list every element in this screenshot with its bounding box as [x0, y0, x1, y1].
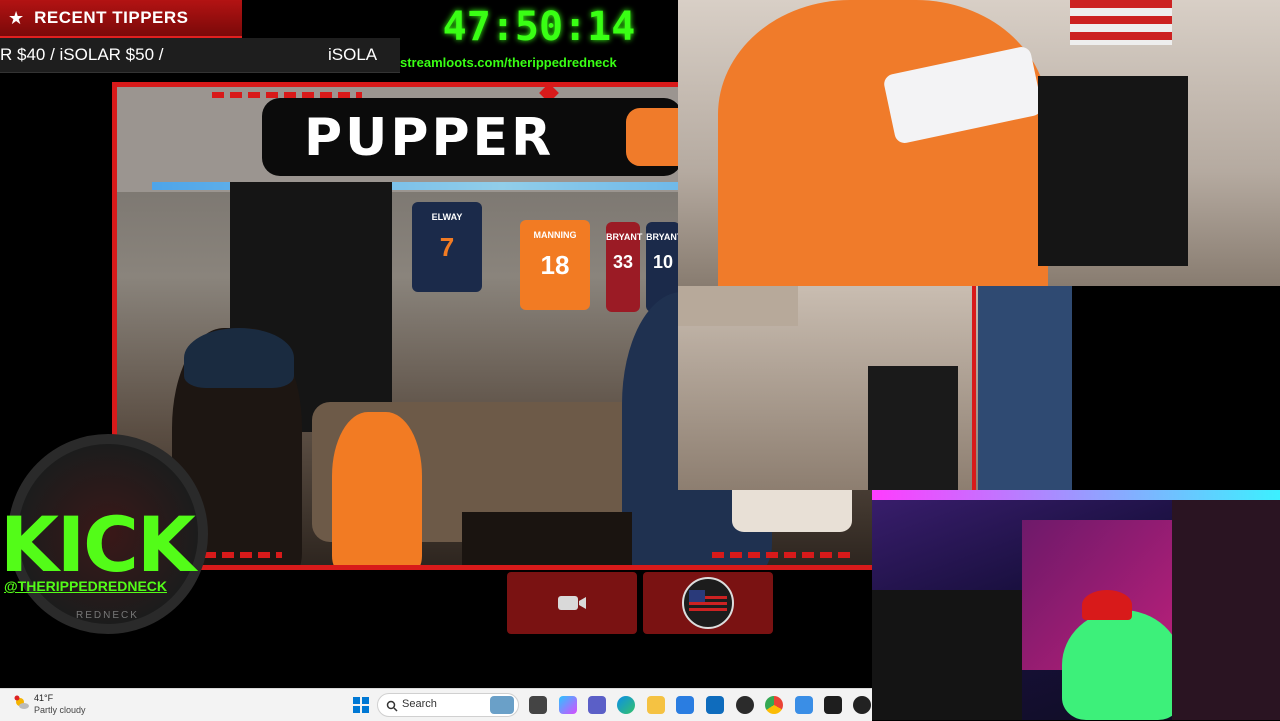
- banner-text: PUPPER: [304, 108, 555, 168]
- photos-icon[interactable]: [795, 696, 813, 714]
- frame-dash-bottom-right: [712, 552, 852, 558]
- jersey-bryant-33: BRYANT 33: [606, 222, 642, 312]
- weather-condition: Partly cloudy: [34, 705, 86, 715]
- shelf-unit: [868, 366, 958, 490]
- person-jeans: [978, 286, 1072, 490]
- ticker-text-right: iSOLA: [328, 45, 378, 64]
- teams-icon[interactable]: [588, 696, 606, 714]
- wall-section: [678, 286, 798, 326]
- terminal-icon[interactable]: [824, 696, 842, 714]
- flag-avatar-icon: [682, 577, 734, 629]
- gaming-chair: [1172, 500, 1280, 720]
- search-placeholder: Search: [402, 698, 437, 710]
- camera-toggle-button[interactable]: [507, 572, 637, 634]
- frame-bottom: [112, 565, 872, 570]
- cap-navy: [184, 328, 294, 388]
- weather-widget[interactable]: 41°F Partly cloudy: [14, 693, 134, 717]
- black-shelf: [1038, 76, 1188, 266]
- search-highlight-icon: [490, 696, 514, 714]
- recent-tippers-title: RECENT TIPPERS: [34, 8, 189, 27]
- taskbar-search-box[interactable]: Search: [377, 693, 519, 717]
- streamloots-url: streamloots.com/therippedredneck: [400, 55, 617, 70]
- camera-feed-mid-right: [678, 286, 1072, 490]
- streamer-camera-feed: [872, 490, 1280, 720]
- edge-icon[interactable]: [617, 696, 635, 714]
- camera-feed-top-right: [678, 0, 1280, 286]
- store-icon[interactable]: [676, 696, 694, 714]
- wall-flag: [1070, 0, 1172, 45]
- weather-icon: [14, 695, 30, 716]
- copilot-icon[interactable]: [559, 696, 577, 714]
- weather-temp: 41°F: [34, 693, 54, 703]
- outlook-icon[interactable]: [706, 696, 724, 714]
- star-icon: ★: [8, 7, 25, 28]
- kick-logo: KICK @THERIPPEDREDNECK REDNECK: [0, 434, 225, 649]
- pupper-banner: PUPPER: [262, 98, 682, 176]
- windows-taskbar: 41°F Partly cloudy Search: [0, 688, 872, 721]
- camera-toolbar: [507, 572, 773, 636]
- file-explorer-icon[interactable]: [647, 696, 665, 714]
- led-ceiling: [872, 490, 1280, 500]
- app-icon[interactable]: [853, 696, 871, 714]
- banner-orange-shape: [626, 108, 682, 166]
- orange-jersey-closeup: [718, 0, 1048, 286]
- jersey-elway: ELWAY 7: [412, 202, 482, 292]
- kick-wordmark: KICK: [0, 500, 196, 589]
- person-orange-jersey: [332, 412, 422, 570]
- desk-setup: [872, 590, 1022, 720]
- windows-start-icon[interactable]: [352, 696, 370, 714]
- participant-avatar-button[interactable]: [643, 572, 773, 634]
- coffee-table: [462, 512, 632, 570]
- tippers-ticker: R $40 / iSOLAR $50 / iSOLA: [0, 38, 400, 73]
- recent-tippers-header: ★ RECENT TIPPERS: [0, 0, 242, 38]
- task-view-icon[interactable]: [529, 696, 547, 714]
- obs-icon[interactable]: [736, 696, 754, 714]
- chrome-icon[interactable]: [765, 696, 783, 714]
- search-icon: [386, 699, 398, 717]
- kick-handle[interactable]: @THERIPPEDREDNECK: [4, 578, 167, 594]
- inflatable-oogie-boogie: [1062, 610, 1182, 720]
- logo-subtext: REDNECK: [76, 610, 139, 621]
- ticker-text-left: R $40 / iSOLAR $50 /: [0, 45, 164, 64]
- santa-hat: [1082, 590, 1132, 620]
- camera-icon: [558, 596, 586, 610]
- frame-edge: [972, 286, 976, 490]
- subathon-timer: 47:50:14: [442, 4, 636, 50]
- jersey-manning: MANNING 18: [520, 220, 590, 310]
